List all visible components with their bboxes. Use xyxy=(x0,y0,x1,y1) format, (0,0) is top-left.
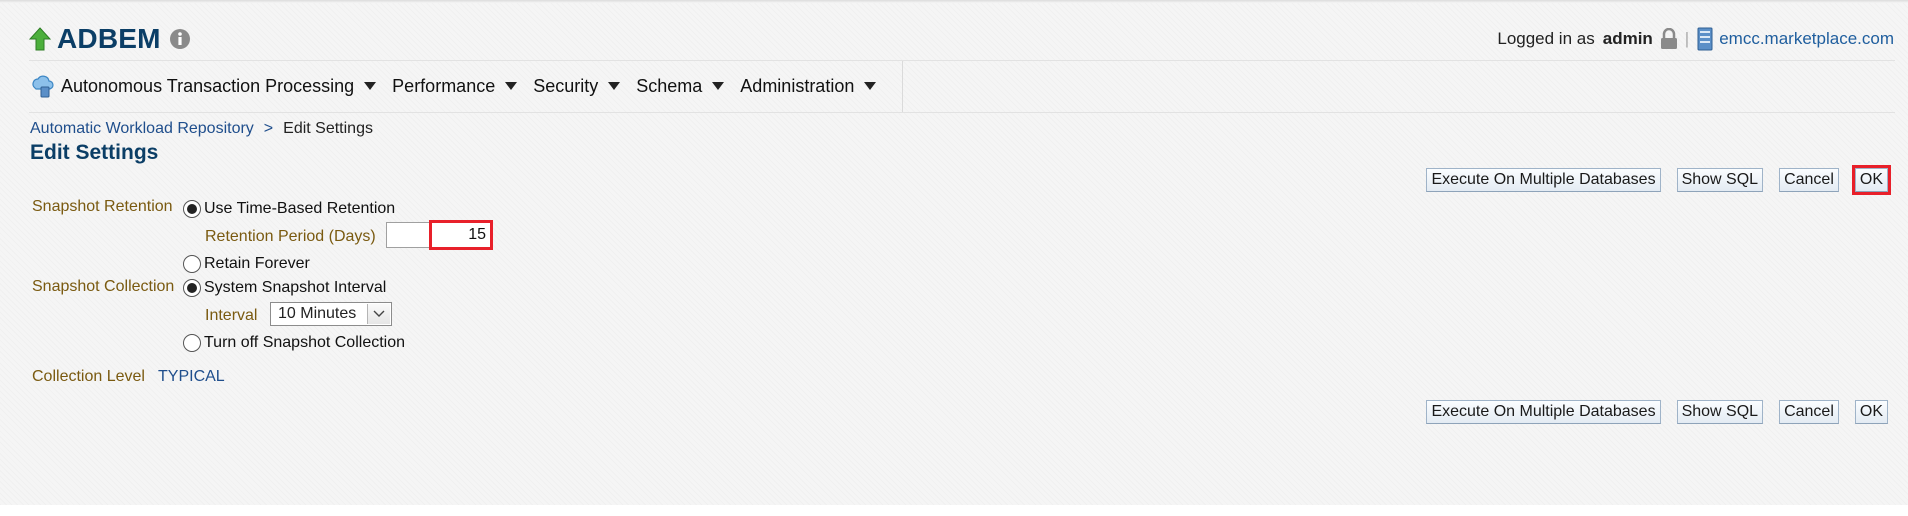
server-icon xyxy=(1697,27,1713,51)
caret-down-icon xyxy=(864,82,877,90)
menu-label: Security xyxy=(533,75,599,96)
ok-button[interactable]: OK xyxy=(1854,400,1888,424)
menu-label: Schema xyxy=(636,75,703,96)
retain-forever-option[interactable]: Retain Forever xyxy=(183,255,310,273)
chevron-down-icon xyxy=(373,310,385,317)
menu-administration[interactable]: Administration xyxy=(740,75,877,97)
use-time-based-retention-option[interactable]: Use Time-Based Retention xyxy=(183,200,395,218)
bottom-button-bar: Execute On Multiple Databases Show SQL C… xyxy=(1410,400,1888,424)
target-title: ADBEM xyxy=(29,22,191,56)
collection-level-value: TYPICAL xyxy=(158,368,225,385)
radio-selected-dot xyxy=(187,204,197,214)
option-label: System Snapshot Interval xyxy=(204,279,387,296)
menu-security[interactable]: Security xyxy=(533,75,621,97)
breadcrumb-awr-link[interactable]: Automatic Workload Repository xyxy=(30,120,254,137)
caret-down-icon xyxy=(364,82,377,90)
menu-label: Administration xyxy=(740,75,855,96)
radio-selected-dot xyxy=(187,283,197,293)
cancel-button[interactable]: Cancel xyxy=(1779,400,1839,424)
retention-period-unit-box xyxy=(386,222,429,248)
interval-label: Interval xyxy=(205,307,258,324)
top-button-bar: Execute On Multiple Databases Show SQL C… xyxy=(1410,165,1892,195)
interval-select[interactable]: 10 Minutes xyxy=(270,302,392,326)
caret-down-icon xyxy=(712,82,725,90)
breadcrumb-current: Edit Settings xyxy=(283,120,373,137)
top-edge xyxy=(0,0,1908,3)
cancel-button[interactable]: Cancel xyxy=(1779,168,1839,192)
caret-down-icon xyxy=(505,82,518,90)
collection-level-label: Collection Level xyxy=(32,368,145,385)
snapshot-collection-label: Snapshot Collection xyxy=(32,278,175,295)
menubar-top-border xyxy=(29,60,1895,61)
radio-button[interactable] xyxy=(183,255,201,273)
option-label: Use Time-Based Retention xyxy=(204,200,396,217)
execute-multiple-databases-button[interactable]: Execute On Multiple Databases xyxy=(1426,168,1661,192)
breadcrumb-separator: > xyxy=(263,120,274,137)
up-arrow-icon xyxy=(29,27,51,51)
snapshot-retention-label: Snapshot Retention xyxy=(32,198,173,215)
login-separator: | xyxy=(1684,29,1690,48)
radio-button[interactable] xyxy=(183,200,201,218)
menubar-bottom-border xyxy=(29,112,1895,113)
breadcrumb: Automatic Workload Repository > Edit Setti… xyxy=(30,120,373,138)
database-name[interactable]: ADBEM xyxy=(57,23,161,55)
info-icon[interactable] xyxy=(169,28,191,50)
radio-button[interactable] xyxy=(183,279,201,297)
option-label: Retain Forever xyxy=(204,255,310,272)
username: admin xyxy=(1602,29,1653,48)
menu-label: Performance xyxy=(392,75,496,96)
ok-button[interactable]: OK xyxy=(1851,165,1892,195)
turn-off-snapshot-collection-option[interactable]: Turn off Snapshot Collection xyxy=(183,334,405,352)
system-snapshot-interval-option[interactable]: System Snapshot Interval xyxy=(183,279,386,297)
retention-period-input[interactable] xyxy=(429,220,493,250)
lock-icon xyxy=(1660,28,1677,49)
radio-button[interactable] xyxy=(183,334,201,352)
caret-down-icon xyxy=(608,82,621,90)
option-label: Turn off Snapshot Collection xyxy=(204,334,406,351)
logged-in-label: Logged in as xyxy=(1497,29,1595,48)
menu-label: Autonomous Transaction Processing xyxy=(61,75,355,96)
interval-selected-value: 10 Minutes xyxy=(278,305,357,322)
host-link[interactable]: emcc.marketplace.com xyxy=(1719,29,1894,49)
execute-multiple-databases-button[interactable]: Execute On Multiple Databases xyxy=(1426,400,1661,424)
menubar: Autonomous Transaction Processing Perfor… xyxy=(29,72,892,100)
dropdown-button[interactable] xyxy=(367,304,390,324)
retention-period-label: Retention Period (Days) xyxy=(205,228,376,245)
menubar-divider xyxy=(902,61,903,112)
show-sql-button[interactable]: Show SQL xyxy=(1676,168,1764,192)
menu-schema[interactable]: Schema xyxy=(636,75,725,97)
menu-autonomous-transaction-processing[interactable]: Autonomous Transaction Processing xyxy=(61,75,377,97)
show-sql-button[interactable]: Show SQL xyxy=(1676,400,1764,424)
page-title: Edit Settings xyxy=(30,141,159,164)
login-info: Logged in as admin | emcc.marketplace.co… xyxy=(1497,26,1894,52)
menu-performance[interactable]: Performance xyxy=(392,75,518,97)
cloud-database-icon xyxy=(32,75,54,98)
